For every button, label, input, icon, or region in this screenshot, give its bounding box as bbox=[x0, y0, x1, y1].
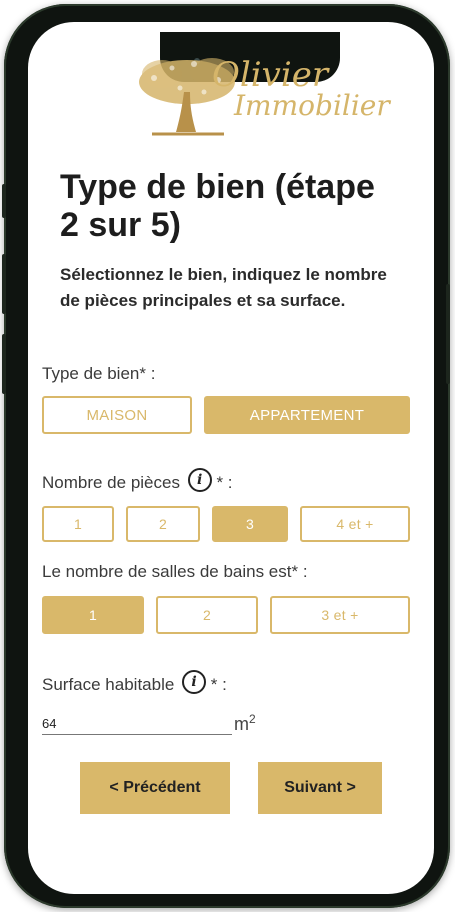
brand-name: Olivier Immobilier bbox=[212, 55, 390, 122]
surface-unit: m2 bbox=[234, 712, 256, 735]
rooms-label-suffix: * : bbox=[216, 473, 233, 492]
info-icon[interactable]: i bbox=[182, 670, 207, 694]
option-appartement[interactable]: APPARTEMENT bbox=[204, 396, 410, 434]
phone-frame: Olivier Immobilier Type de bien (étape 2… bbox=[2, 4, 450, 908]
surface-input[interactable]: 64 bbox=[42, 716, 232, 735]
unit-exponent: 2 bbox=[249, 712, 256, 726]
rooms-label: Nombre de pièces i * : bbox=[42, 468, 233, 493]
power-button bbox=[446, 284, 450, 384]
bathrooms-option-3plus[interactable]: 3 et + bbox=[270, 596, 410, 634]
bathrooms-option-2[interactable]: 2 bbox=[156, 596, 258, 634]
brand-line1: Olivier bbox=[212, 55, 329, 95]
brand-logo: Olivier Immobilier bbox=[132, 52, 390, 142]
property-type-label: Type de bien* : bbox=[42, 364, 156, 383]
rooms-option-4plus[interactable]: 4 et + bbox=[300, 506, 410, 542]
volume-up-button bbox=[2, 254, 6, 314]
rooms-option-1[interactable]: 1 bbox=[42, 506, 114, 542]
volume-down-button bbox=[2, 334, 6, 394]
page-title: Type de bien (étape 2 sur 5) bbox=[60, 168, 375, 244]
surface-label-text: Surface habitable bbox=[42, 675, 175, 694]
surface-label-suffix: * : bbox=[210, 675, 227, 694]
bathrooms-option-1[interactable]: 1 bbox=[42, 596, 144, 634]
option-maison[interactable]: MAISON bbox=[42, 396, 192, 434]
rooms-option-2[interactable]: 2 bbox=[126, 506, 200, 542]
screen: Olivier Immobilier Type de bien (étape 2… bbox=[28, 22, 434, 894]
mute-switch bbox=[2, 184, 6, 218]
previous-button[interactable]: < Précédent bbox=[80, 762, 230, 814]
rooms-label-text: Nombre de pièces bbox=[42, 473, 180, 492]
info-icon[interactable]: i bbox=[187, 468, 212, 492]
surface-label: Surface habitable i * : bbox=[42, 670, 227, 695]
rooms-option-3[interactable]: 3 bbox=[212, 506, 288, 542]
next-button[interactable]: Suivant > bbox=[258, 762, 382, 814]
page-subtitle: Sélectionnez le bien, indiquez le nombre… bbox=[60, 265, 387, 310]
unit-base: m bbox=[234, 714, 249, 734]
brand-line2: Immobilier bbox=[234, 89, 390, 122]
bathrooms-label: Le nombre de salles de bains est* : bbox=[42, 562, 308, 581]
